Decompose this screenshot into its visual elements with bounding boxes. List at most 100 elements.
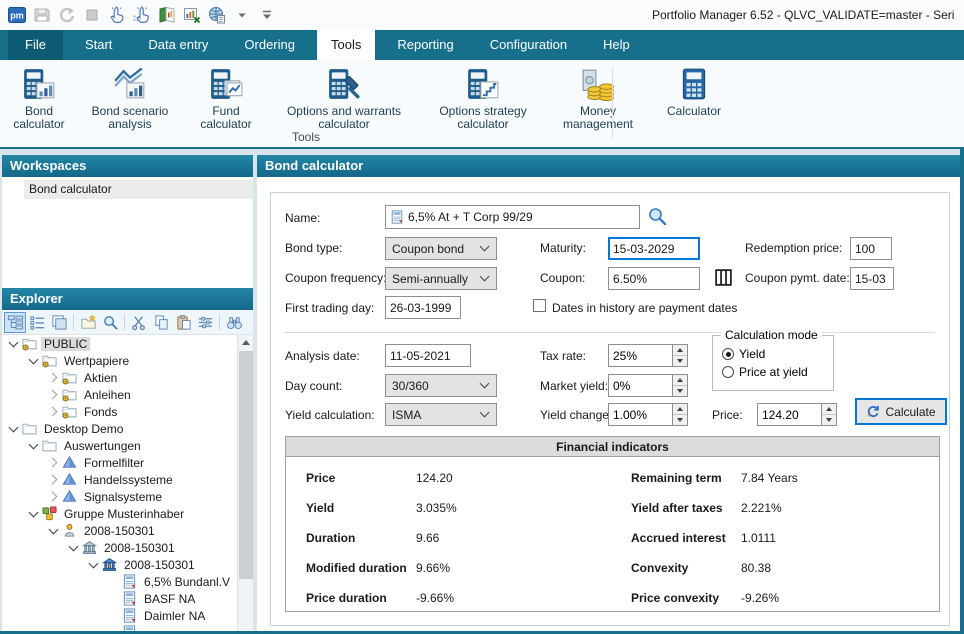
tree-item-2008-150301[interactable]: 2008-150301	[2, 522, 253, 539]
radio-price-at-yield[interactable]: Price at yield	[722, 365, 833, 379]
run-batch-button[interactable]	[129, 3, 154, 27]
tree-item-gruppe-musterinhaber[interactable]: Gruppe Musterinhaber	[2, 505, 253, 522]
tree-item-public[interactable]: PUBLIC	[2, 335, 253, 352]
coupon-frequency-select[interactable]: Semi-annually	[385, 267, 497, 290]
ribbon-item-money-management[interactable]: Money management	[552, 67, 644, 131]
tree-item-6-5-bundanl-v[interactable]: 6,5% Bundanl.V	[2, 573, 253, 590]
tab-ordering[interactable]: Ordering	[230, 30, 309, 60]
maturity-input[interactable]: 15-03-2029	[608, 237, 700, 260]
tab-start[interactable]: Start	[71, 30, 126, 60]
tree-item-label: Aktien	[81, 371, 120, 385]
ribbon-item-fund-calculator[interactable]: Fund calculator	[192, 67, 260, 131]
chevron-down-icon[interactable]	[68, 542, 80, 554]
spin-down-icon[interactable]	[822, 415, 836, 425]
chevron-down-icon[interactable]	[88, 559, 100, 571]
report-button[interactable]	[154, 3, 179, 27]
coupon-pymt-date-input[interactable]: 15-03	[850, 267, 894, 290]
coupon-history-table-icon[interactable]	[714, 268, 733, 287]
tab-configuration[interactable]: Configuration	[476, 30, 581, 60]
ribbon-item-bond-calculator[interactable]: Bond calculator	[10, 67, 68, 131]
workspace-item-bond-calculator[interactable]: Bond calculator	[24, 180, 253, 199]
tree-item-2008-150301[interactable]: 2008-150301	[2, 539, 253, 556]
tree-item-aktien[interactable]: Aktien	[2, 369, 253, 386]
paste-button[interactable]	[172, 312, 194, 333]
spin-up-icon[interactable]	[673, 345, 687, 356]
yield-change-stepper[interactable]: 1.00%	[608, 403, 688, 426]
copy-button[interactable]	[150, 312, 172, 333]
tab-file[interactable]: File	[8, 30, 63, 60]
chevron-right-icon[interactable]	[48, 474, 60, 486]
spin-down-icon[interactable]	[673, 386, 687, 396]
tree-item-2008-150301[interactable]: 2008-150301	[2, 556, 253, 573]
search-button[interactable]	[99, 312, 121, 333]
find-button[interactable]	[223, 312, 245, 333]
spin-down-icon[interactable]	[673, 356, 687, 366]
new-folder-button[interactable]	[77, 312, 99, 333]
spin-down-icon[interactable]	[673, 415, 687, 425]
web-report-button[interactable]	[204, 3, 229, 27]
chevron-down-icon[interactable]	[8, 423, 20, 435]
export-chart-button[interactable]	[179, 3, 204, 27]
customize-toolbar-button[interactable]	[254, 3, 279, 27]
chevron-down-icon[interactable]	[28, 440, 40, 452]
tree-scrollbar[interactable]	[237, 335, 253, 631]
chevron-down-icon[interactable]	[8, 338, 20, 350]
tree-view-button[interactable]	[4, 312, 26, 333]
tab-reporting[interactable]: Reporting	[383, 30, 467, 60]
bond-type-select[interactable]: Coupon bond	[385, 237, 497, 260]
price-stepper[interactable]: 124.20	[757, 403, 837, 426]
cut-button[interactable]	[128, 312, 150, 333]
tree-item-auswertungen[interactable]: Auswertungen	[2, 437, 253, 454]
tile-view-button[interactable]	[48, 312, 70, 333]
tree-item-formelfilter[interactable]: Formelfilter	[2, 454, 253, 471]
name-input[interactable]: 6,5% At + T Corp 99/29	[385, 205, 640, 229]
tree-item-partial[interactable]	[2, 624, 253, 631]
chevron-down-icon[interactable]	[48, 525, 60, 537]
list-view-button[interactable]	[26, 312, 48, 333]
tab-tools[interactable]: Tools	[317, 30, 375, 60]
coupon-input[interactable]: 6.50%	[608, 267, 700, 290]
calculate-button[interactable]: Calculate	[855, 398, 947, 425]
tree-item-signalsysteme[interactable]: Signalsysteme	[2, 488, 253, 505]
scrollbar-thumb[interactable]	[239, 351, 253, 579]
radio-yield[interactable]: Yield	[722, 347, 833, 361]
dates-in-history-checkbox[interactable]	[533, 299, 546, 312]
search-icon[interactable]	[647, 206, 667, 226]
first-trading-day-input[interactable]: 26-03-1999	[385, 296, 461, 319]
chevron-down-icon[interactable]	[28, 508, 40, 520]
redemption-price-input[interactable]: 100	[850, 237, 892, 260]
app-logo-button[interactable]: pm	[4, 3, 29, 27]
filter-button[interactable]	[194, 312, 216, 333]
chevron-right-icon[interactable]	[48, 389, 60, 401]
spin-up-icon[interactable]	[822, 404, 836, 415]
tab-help[interactable]: Help	[589, 30, 644, 60]
indicator-value: 7.84 Years	[741, 471, 939, 485]
tab-data-entry[interactable]: Data entry	[134, 30, 222, 60]
ribbon-item-options-and-warrants-calculator[interactable]: Options and warrants calculator	[274, 67, 414, 131]
quick-access-more-button[interactable]	[229, 3, 254, 27]
run-single-button[interactable]	[104, 3, 129, 27]
spin-up-icon[interactable]	[673, 404, 687, 415]
day-count-select[interactable]: 30/360	[385, 374, 497, 397]
tree-item-wertpapiere[interactable]: Wertpapiere	[2, 352, 253, 369]
scroll-up-icon[interactable]	[238, 335, 253, 350]
tree-item-fonds[interactable]: Fonds	[2, 403, 253, 420]
yield-calculation-select[interactable]: ISMA	[385, 403, 497, 426]
chevron-right-icon[interactable]	[48, 491, 60, 503]
ribbon-item-bond-scenario-analysis[interactable]: Bond scenario analysis	[82, 67, 178, 131]
chevron-right-icon[interactable]	[48, 457, 60, 469]
tree-item-handelssysteme[interactable]: Handelssysteme	[2, 471, 253, 488]
tax-rate-stepper[interactable]: 25%	[608, 344, 688, 367]
analysis-date-input[interactable]: 11-05-2021	[385, 344, 471, 367]
chevron-right-icon[interactable]	[48, 406, 60, 418]
ribbon-item-options-strategy-calculator[interactable]: Options strategy calculator	[428, 67, 538, 131]
chevron-down-icon[interactable]	[28, 355, 40, 367]
chevron-right-icon[interactable]	[48, 372, 60, 384]
tree-item-basf-na[interactable]: BASF NA	[2, 590, 253, 607]
ribbon-item-calculator[interactable]: Calculator	[658, 67, 730, 118]
tree-item-anleihen[interactable]: Anleihen	[2, 386, 253, 403]
market-yield-stepper[interactable]: 0%	[608, 374, 688, 397]
spin-up-icon[interactable]	[673, 375, 687, 386]
tree-item-desktop-demo[interactable]: Desktop Demo	[2, 420, 253, 437]
tree-item-daimler-na[interactable]: Daimler NA	[2, 607, 253, 624]
